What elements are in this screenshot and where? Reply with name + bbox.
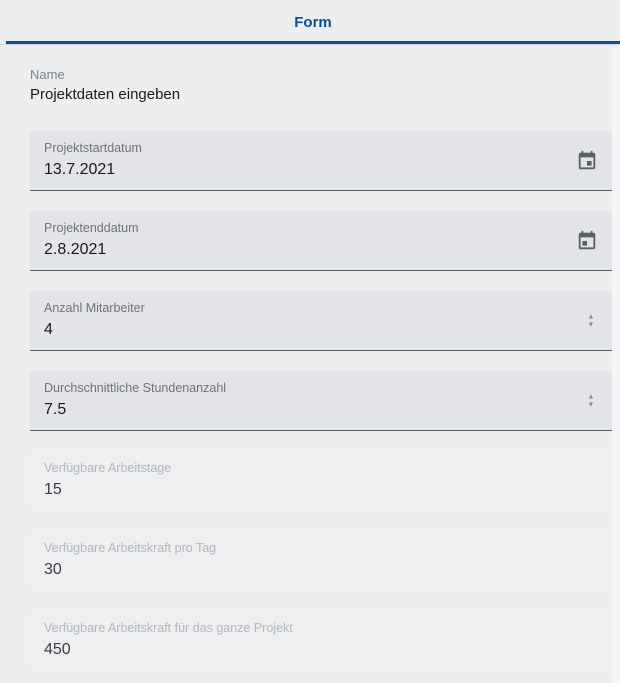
chevron-up-icon[interactable]: ▲: [588, 313, 595, 320]
field-value-capacity-total: 450: [44, 638, 598, 662]
calendar-icon[interactable]: [576, 230, 598, 252]
calendar-icon[interactable]: [576, 150, 598, 172]
chevron-down-icon[interactable]: ▼: [588, 401, 595, 408]
field-end-date[interactable]: Projektenddatum 2.8.2021: [30, 211, 612, 271]
field-avg-hours[interactable]: Durchschnittliche Stundenanzahl 7.5 ▲ ▼: [30, 371, 612, 431]
field-label-capacity-total: Verfügbare Arbeitskraft für das ganze Pr…: [44, 621, 598, 635]
field-label-available-days: Verfügbare Arbeitstage: [44, 461, 598, 475]
field-label-start-date: Projektstartdatum: [44, 141, 598, 155]
field-label-capacity-per-day: Verfügbare Arbeitskraft pro Tag: [44, 541, 598, 555]
field-value-start-date: 13.7.2021: [44, 158, 598, 182]
field-value-capacity-per-day: 30: [44, 558, 598, 582]
tab-bar: Form: [0, 0, 620, 45]
tab-form[interactable]: Form: [6, 0, 620, 44]
field-start-date[interactable]: Projektstartdatum 13.7.2021: [30, 131, 612, 191]
field-capacity-per-day: Verfügbare Arbeitskraft pro Tag 30: [30, 531, 612, 591]
field-capacity-total: Verfügbare Arbeitskraft für das ganze Pr…: [30, 611, 612, 671]
field-employee-count[interactable]: Anzahl Mitarbeiter 4 ▲ ▼: [30, 291, 612, 351]
name-label: Name: [30, 67, 612, 82]
field-available-days: Verfügbare Arbeitstage 15: [30, 451, 612, 511]
chevron-down-icon[interactable]: ▼: [588, 321, 595, 328]
chevron-up-icon[interactable]: ▲: [588, 393, 595, 400]
field-label-end-date: Projektenddatum: [44, 221, 598, 235]
stepper-icon[interactable]: ▲ ▼: [584, 393, 598, 408]
field-value-available-days: 15: [44, 478, 598, 502]
field-label-employee-count: Anzahl Mitarbeiter: [44, 301, 598, 315]
scrollbar[interactable]: [612, 48, 620, 683]
form-content: Name Projektdaten eingeben Projektstartd…: [0, 45, 620, 680]
field-value-avg-hours: 7.5: [44, 398, 598, 422]
field-value-employee-count: 4: [44, 318, 598, 342]
name-value: Projektdaten eingeben: [30, 86, 612, 103]
field-label-avg-hours: Durchschnittliche Stundenanzahl: [44, 381, 598, 395]
stepper-icon[interactable]: ▲ ▼: [584, 313, 598, 328]
field-value-end-date: 2.8.2021: [44, 238, 598, 262]
